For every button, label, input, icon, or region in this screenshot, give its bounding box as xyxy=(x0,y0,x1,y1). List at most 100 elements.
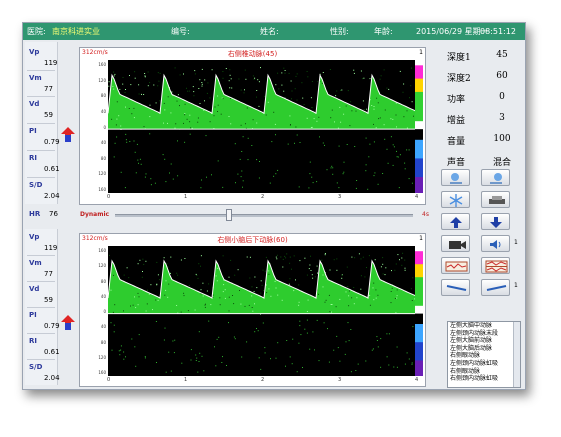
y-tick-label: 40 xyxy=(100,140,106,146)
vessel-list[interactable]: 左侧大脑中动脉 左侧颈内动脉末段 左侧大脑前动脉 左侧大脑后动脉 右侧眼动脉 左… xyxy=(447,321,521,388)
vessel-list-scrollbar[interactable] xyxy=(513,322,520,387)
probe-right-button[interactable] xyxy=(481,279,510,296)
channel-label: 1 xyxy=(419,49,423,56)
spectrum-waveform xyxy=(107,252,419,373)
y-tick-label: 40 xyxy=(100,293,106,299)
param-key: 深度2 xyxy=(447,74,471,84)
y-tick-label: 160 xyxy=(98,187,106,192)
y-tick-label: 40 xyxy=(100,324,106,330)
metric-value: 119 xyxy=(44,244,58,252)
list-item[interactable]: 左侧大脑前动脉 xyxy=(448,337,520,345)
param-value: 混合 xyxy=(492,158,511,168)
probe-channel-label: 1 xyxy=(514,282,518,289)
y-tick-label: 120 xyxy=(98,77,106,83)
flow-direction-arrow-icon[interactable] xyxy=(61,127,75,143)
x-tick-label: 1 xyxy=(184,377,188,383)
x-tick-label: 1 xyxy=(184,194,188,200)
metric-label: S/D xyxy=(29,181,43,189)
printer-icon xyxy=(489,196,505,204)
speaker-icon xyxy=(490,240,501,249)
list-item[interactable]: 左侧颈内动脉虹吸 xyxy=(448,360,520,368)
vessel-title: 右侧小脑后下动脉(60) xyxy=(217,236,288,244)
volume-button[interactable] xyxy=(481,235,510,252)
doppler-graph-top[interactable]: 312cm/s 右侧椎动脉(45) 1 160 120 80 40 0 40 80 120 16… xyxy=(79,47,426,205)
arrow-down-icon xyxy=(490,217,502,228)
metric-label: Vd xyxy=(29,285,40,293)
probe-select-right-button[interactable] xyxy=(481,169,510,186)
probe-pen-icon xyxy=(446,285,467,291)
metric-label: RI xyxy=(29,154,37,162)
metric-label: Vm xyxy=(29,259,42,267)
param-key: 深度1 xyxy=(447,53,471,63)
param-value: 3 xyxy=(499,113,505,123)
hr-label: HR xyxy=(29,210,41,218)
doppler-graph-bottom[interactable]: 312cm/s 右侧小脑后下动脉(60) 1 160 120 80 40 0 40 80 12… xyxy=(79,233,426,387)
spectrum-plot[interactable] xyxy=(107,246,419,376)
spectrum-waveform xyxy=(107,67,419,190)
camera-icon xyxy=(449,241,466,249)
metric-label: Vp xyxy=(29,48,40,56)
param-key: 功率 xyxy=(447,95,466,105)
y-tick-label: 40 xyxy=(100,108,106,114)
metric-value: 0.79 xyxy=(44,322,60,330)
arrow-up-icon xyxy=(450,217,462,228)
y-tick-label: 120 xyxy=(98,354,106,360)
hospital-label: 医院: xyxy=(27,27,46,36)
x-tick-label: 4 xyxy=(415,194,419,200)
x-tick-label: 0 xyxy=(107,377,111,383)
probe-icon xyxy=(490,173,502,184)
x-tick-label: 0 xyxy=(107,194,111,200)
param-value: 0 xyxy=(499,92,505,102)
y-tick-label: 0 xyxy=(103,124,106,130)
metric-value: 59 xyxy=(44,111,53,119)
metric-value: 77 xyxy=(44,270,53,278)
list-item[interactable]: 右侧颈内动脉虹吸 xyxy=(448,375,520,383)
metric-label: PI xyxy=(29,127,37,135)
dynamic-slider-track[interactable] xyxy=(115,214,413,217)
metric-label: Vd xyxy=(29,100,40,108)
metric-label: Vm xyxy=(29,74,42,82)
color-scale-bar xyxy=(415,60,423,193)
metric-label: PI xyxy=(29,311,37,319)
depth-up-button[interactable] xyxy=(441,213,470,230)
y-tick-label: 0 xyxy=(103,309,106,314)
metric-label: S/D xyxy=(29,363,43,371)
y-tick-label: 120 xyxy=(98,171,106,177)
param-value: 60 xyxy=(496,71,508,81)
list-item[interactable]: 左侧大脑中动脉 xyxy=(448,322,520,330)
param-key: 音量 xyxy=(447,137,466,147)
number-label: 编号: xyxy=(171,27,190,36)
list-item[interactable]: 右侧眼动脉 xyxy=(448,352,520,360)
clock: 08:51:12 xyxy=(480,27,516,36)
metric-value: 77 xyxy=(44,85,53,93)
probe-select-left-button[interactable] xyxy=(441,169,470,186)
dynamic-slider-thumb[interactable] xyxy=(226,209,233,221)
flow-direction-arrow-icon[interactable] xyxy=(61,315,75,331)
name-label: 姓名: xyxy=(260,27,279,36)
x-tick-label: 3 xyxy=(338,194,342,200)
freeze-button[interactable] xyxy=(441,191,470,208)
y-tick-label: 80 xyxy=(100,339,106,345)
y-tick-label: 160 xyxy=(98,370,106,375)
x-tick-label: 3 xyxy=(338,377,342,383)
spectrum-view-button[interactable] xyxy=(441,257,470,274)
y-tick-label: 80 xyxy=(100,278,106,284)
metric-label: RI xyxy=(29,337,37,345)
metric-value: 59 xyxy=(44,296,53,304)
probe-pen-icon xyxy=(486,285,507,291)
snowflake-icon xyxy=(449,194,463,207)
bottom-metrics-panel: Vp 119 Vm 77 Vd 59 PI 0.79 RI 0.61 S/D 2… xyxy=(25,229,60,385)
probe-icon xyxy=(450,173,462,184)
dual-spectrum-button[interactable] xyxy=(481,257,510,274)
spectrum-plot[interactable] xyxy=(107,60,419,193)
spectrum-icon xyxy=(445,261,468,272)
metric-value: 0.61 xyxy=(44,348,60,356)
param-key: 增益 xyxy=(447,116,466,126)
x-tick-label: 2 xyxy=(261,194,265,200)
probe-left-button[interactable] xyxy=(441,279,470,296)
print-button[interactable] xyxy=(481,191,510,208)
camera-button[interactable] xyxy=(441,235,470,252)
vessel-title: 右侧椎动脉(45) xyxy=(227,50,278,58)
y-tick-label: 160 xyxy=(98,62,106,67)
depth-down-button[interactable] xyxy=(481,213,510,230)
